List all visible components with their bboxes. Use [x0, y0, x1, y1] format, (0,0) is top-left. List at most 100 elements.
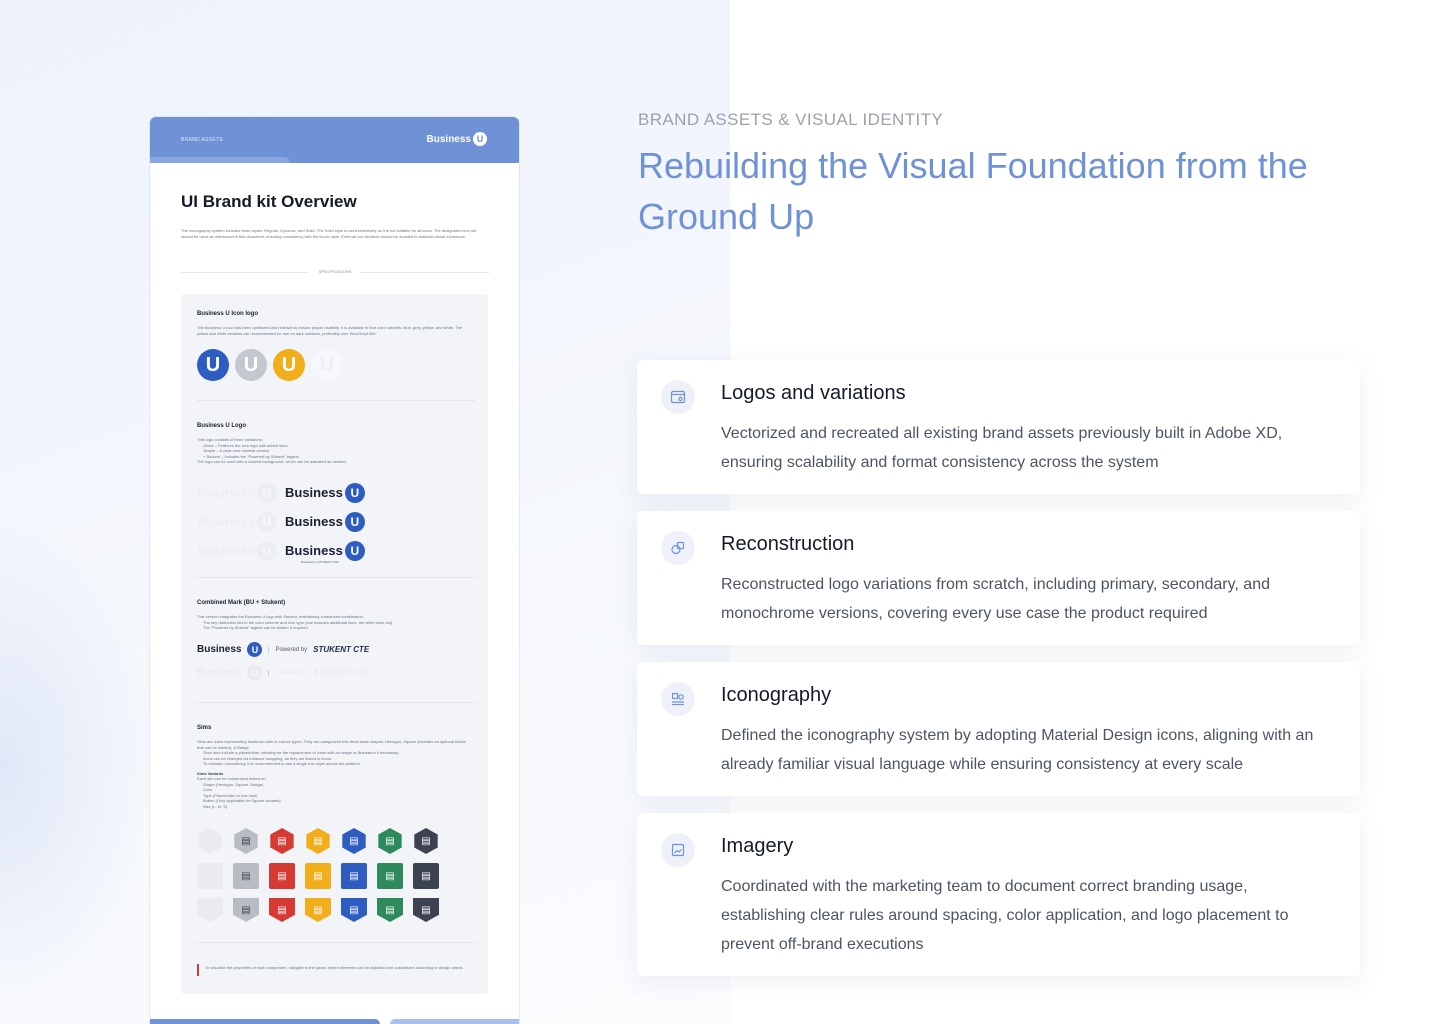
icon-logo-variants: U U U U [197, 349, 343, 381]
logo-wordmark: Business [285, 485, 343, 500]
section-title-sims: Sims [197, 725, 212, 731]
specifications-panel: Business U Icon logo The Business U icon… [181, 294, 488, 994]
sim-sq: ▤ [341, 863, 367, 889]
card-text: Coordinated with the marketing team to d… [721, 878, 1289, 953]
powered-by-label: Powered by [268, 646, 307, 653]
document-header-label: BRAND ASSETS [181, 137, 223, 143]
logo-wordmark: Business [197, 667, 242, 678]
note-accent-bar [197, 964, 199, 976]
logo-light: Business U [197, 511, 285, 532]
logo-wordmark: Business [197, 543, 255, 558]
section-divider [197, 702, 475, 703]
document-header: BRAND ASSETS Business U [150, 117, 519, 163]
sims-row-sq: ▤ ▤ ▤ ▤ ▤ ▤ [197, 863, 439, 889]
logo-wordmark: Business [197, 485, 255, 500]
logo-u-icon: U [344, 482, 365, 503]
card-title: Reconstruction [721, 533, 855, 555]
logo-variant-row: Business U Business U [197, 478, 373, 507]
logo-wordmark: Business [285, 543, 343, 558]
logo-light: Business U [197, 540, 285, 561]
document-title: UI Brand kit Overview [181, 192, 357, 211]
logo-tagline: Powered by STUKENT CTE [301, 559, 339, 564]
combined-mark-dark: Business U Powered by STUKENT CTE [197, 642, 369, 657]
browser-settings-icon [661, 380, 695, 414]
sim-hex: ▤ [378, 828, 402, 854]
logo-u-icon: U [256, 482, 277, 503]
sim-hex: ▤ [414, 828, 438, 854]
logo-u-icon: U [344, 511, 365, 532]
logo-u-icon: U [473, 132, 487, 146]
section-text-combined: This version integrates the Business U l… [197, 614, 473, 631]
stukent-logo: STUKENT CTE [313, 668, 370, 677]
sims-row-badge: ▤ ▤ ▤ ▤ ▤ ▤ [197, 898, 439, 922]
document-footer-tab [150, 1019, 380, 1024]
sim-badge [197, 898, 223, 922]
logo-variants-grid: Business U Business U Business U Business U … [197, 478, 373, 565]
card-iconography: Iconography Defined the iconography syst… [637, 662, 1360, 796]
section-title-logo: Business U Logo [197, 423, 247, 429]
card-logos-and-variations: Logos and variations Vectorized and recr… [637, 360, 1360, 494]
logo-variant-row: Business U Business U Powered by STUKENT CT… [197, 536, 373, 565]
stukent-logo: STUKENT CTE [313, 645, 370, 654]
logo-u-icon: U [247, 665, 263, 680]
logo-variant-row: Business U Business U [197, 507, 373, 536]
header-tab-notch [150, 157, 290, 163]
logo-u-icon: U [256, 540, 277, 561]
u-icon-grey: U [235, 349, 267, 381]
card-text: Defined the iconography system by adopti… [721, 727, 1314, 773]
logo-u-icon: U [256, 511, 277, 532]
sims-variant-bullet: Size (L, M, S) [203, 803, 228, 809]
section-text-icon-logo: The Business U icon has been optimized a… [197, 325, 463, 336]
section-divider [197, 400, 475, 401]
section-title-icon-logo: Business U Icon logo [197, 311, 259, 317]
combined-mark-light: Business U Powered by STUKENT CTE [197, 665, 369, 680]
sim-badge: ▤ [233, 898, 259, 922]
card-reconstruction: Reconstruction Reconstructed logo variat… [637, 511, 1360, 645]
sim-sq [197, 863, 223, 889]
sims-variants-grid: ▤ ▤ ▤ ▤ ▤ ▤ ▤ ▤ ▤ ▤ ▤ ▤ ▤ ▤ ▤ ▤ ▤ ▤ [197, 828, 439, 931]
sim-sq: ▤ [269, 863, 295, 889]
powered-by-label: Powered by [268, 669, 307, 676]
card-text: Reconstructed logo variations from scrat… [721, 576, 1270, 622]
logo-wordmark: Business [197, 644, 242, 655]
logo-text-after: The logo can be used with a colored back… [197, 459, 347, 464]
sim-hex [198, 828, 222, 854]
combined-bullet: The "Powered by Stukent" tagline can be … [203, 625, 309, 630]
sim-hex: ▤ [342, 828, 366, 854]
document-footer-tab [390, 1019, 519, 1024]
sims-row-hex: ▤ ▤ ▤ ▤ ▤ ▤ [197, 828, 439, 854]
sim-badge: ▤ [377, 898, 403, 922]
card-title: Imagery [721, 835, 794, 857]
u-icon-yellow: U [273, 349, 305, 381]
sims-text: Sims are icons representing business uni… [197, 739, 467, 750]
logo-light: Business U [197, 482, 285, 503]
divider-line [361, 272, 489, 273]
section-text-sims: Sims are icons representing business uni… [197, 739, 473, 809]
sim-sq: ▤ [377, 863, 403, 889]
card-title: Iconography [721, 684, 832, 706]
section-eyebrow: BRAND ASSETS & VISUAL IDENTITY [638, 110, 944, 129]
logo-wordmark: Business [285, 514, 343, 529]
section-headline: Rebuilding the Visual Foundation from th… [638, 145, 1308, 237]
background-glow [0, 520, 160, 1020]
section-text-logo: This logo consists of three variations: … [197, 437, 473, 465]
sim-hex: ▤ [234, 828, 258, 854]
section-divider [197, 942, 475, 943]
logo-u-icon: U [344, 540, 365, 561]
sim-sq: ▤ [233, 863, 259, 889]
sim-hex: ▤ [270, 828, 294, 854]
section-divider [197, 577, 475, 578]
logo-u-icon: U [247, 642, 263, 657]
sim-badge: ▤ [305, 898, 331, 922]
sim-sq: ▤ [413, 863, 439, 889]
sim-hex: ▤ [306, 828, 330, 854]
icon-stack-icon [661, 682, 695, 716]
logo-dark-stukent: Business U Powered by STUKENT CTE [285, 540, 373, 564]
brand-kit-document-preview: BRAND ASSETS Business U UI Brand kit Ove… [150, 117, 519, 1024]
specifications-divider: SPECIFICATIONS [181, 268, 489, 276]
card-imagery: Imagery Coordinated with the marketing t… [637, 813, 1360, 976]
document-header-logo: Business U [427, 132, 487, 146]
card-text: Vectorized and recreated all existing br… [721, 425, 1283, 471]
shapes-icon [661, 531, 695, 565]
logo-wordmark: Business [197, 514, 255, 529]
